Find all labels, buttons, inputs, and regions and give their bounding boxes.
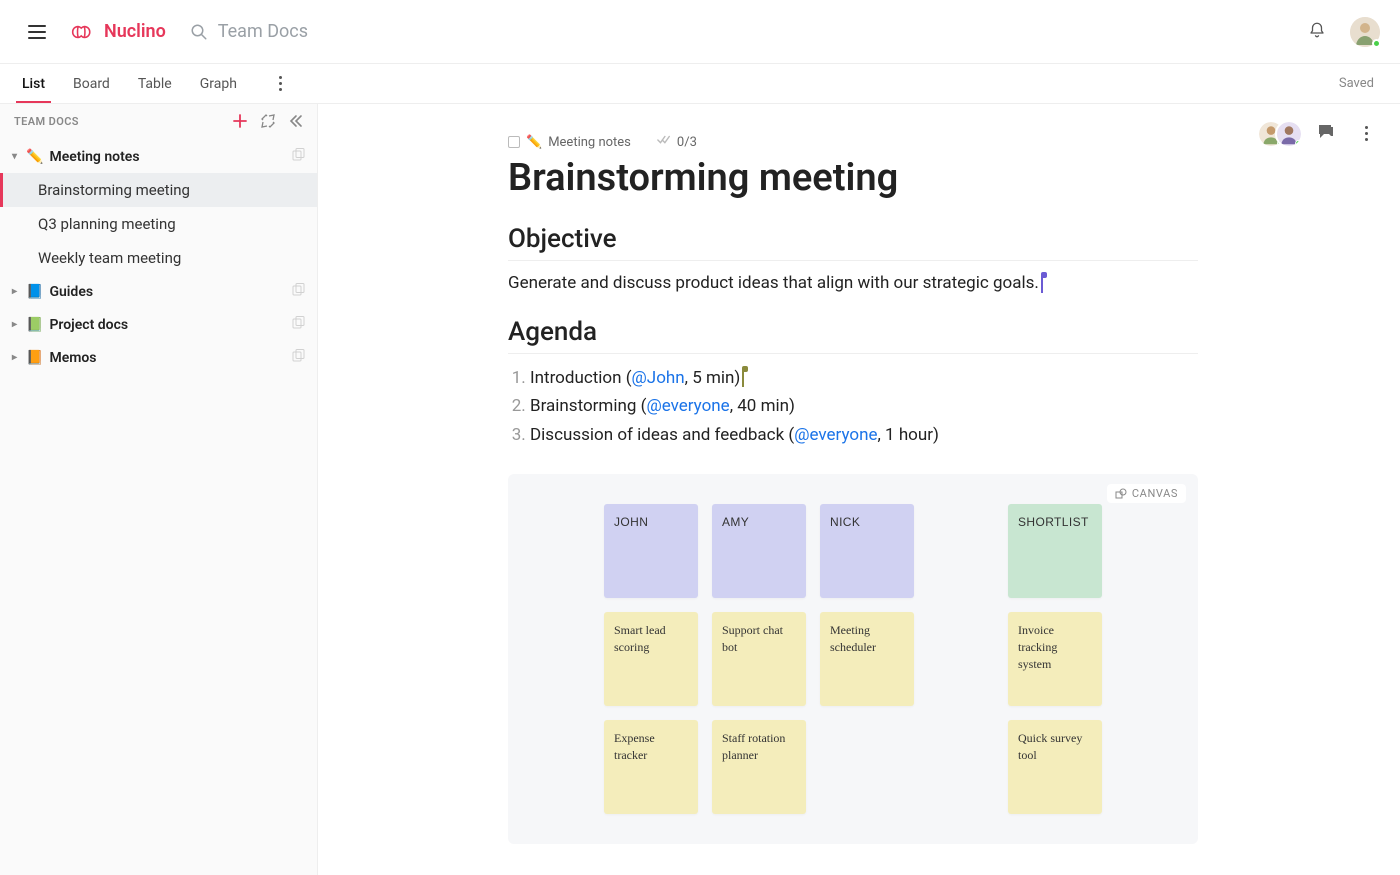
expand-button[interactable] [261,114,275,128]
chevron-down-icon: ▾ [12,151,22,162]
chevron-double-left-icon [289,114,303,128]
section-label: Guides [49,284,93,300]
heading-objective[interactable]: Objective [508,224,1198,261]
collaborator-avatar-2[interactable] [1275,120,1303,148]
agenda-item-2[interactable]: Brainstorming (@everyone, 40 min) [530,392,1198,421]
page-title[interactable]: Brainstorming meeting [508,156,1198,200]
sidebar-title: TEAM DOCS [14,115,79,128]
task-progress[interactable]: 0/3 [657,134,697,150]
chevron-right-icon: ▸ [12,319,22,330]
shapes-icon [1115,488,1127,500]
collaborator-cursor-purple [1041,275,1043,293]
current-user-avatar[interactable] [1350,17,1380,47]
sidebar-section-project-docs[interactable]: ▸ 📗 Project docs [0,308,317,341]
canvas-card[interactable]: Smart lead scoring [604,612,698,706]
chevron-right-icon: ▸ [12,352,22,363]
plus-icon [233,114,247,128]
canvas-badge: CANVAS [1107,484,1186,503]
expand-icon [261,114,275,128]
comments-button[interactable] [1317,123,1335,145]
copy-icon[interactable] [292,349,305,366]
presence-indicator [1372,39,1381,48]
search-icon [190,23,208,41]
canvas-header-shortlist[interactable]: SHORTLIST [1008,504,1102,598]
agenda-list[interactable]: Introduction (@John, 5 min) Brainstormin… [508,364,1198,451]
sidebar-item-q3-planning[interactable]: Q3 planning meeting [0,207,317,241]
bell-icon [1308,20,1326,40]
sidebar-section-guides[interactable]: ▸ 📘 Guides [0,275,317,308]
canvas-card[interactable]: Staff rotation planner [712,720,806,814]
document-more-menu[interactable] [1357,118,1376,149]
tab-list[interactable]: List [20,66,47,102]
canvas-card[interactable]: Quick survey tool [1008,720,1102,814]
mention-everyone[interactable]: @everyone [794,425,877,445]
chevron-right-icon: ▸ [12,286,22,297]
tab-board[interactable]: Board [71,66,112,102]
canvas-header-john[interactable]: JOHN [604,504,698,598]
section-label: Project docs [49,317,128,333]
canvas-embed[interactable]: CANVAS JOHN Smart lead scoring Expense t… [508,474,1198,844]
double-check-icon [657,134,671,150]
sidebar-section-meeting-notes[interactable]: ▾ ✏️ Meeting notes [0,140,317,173]
mention-everyone[interactable]: @everyone [646,396,729,416]
breadcrumb-parent[interactable]: ✏️ Meeting notes [508,135,631,150]
section-label: Memos [49,350,96,366]
sidebar-section-memos[interactable]: ▸ 📙 Memos [0,341,317,374]
agenda-item-1[interactable]: Introduction (@John, 5 min) [530,364,1198,393]
canvas-card[interactable]: Expense tracker [604,720,698,814]
chat-icon [1317,123,1335,141]
hamburger-menu[interactable] [20,17,54,47]
notifications-button[interactable] [1308,20,1326,44]
app-name: Nuclino [104,21,166,42]
heading-agenda[interactable]: Agenda [508,317,1198,354]
copy-icon[interactable] [292,148,305,165]
checkbox-icon [508,136,520,148]
sidebar-item-brainstorming[interactable]: Brainstorming meeting [0,173,317,207]
save-status: Saved [1339,76,1380,91]
mention-john[interactable]: @John [632,368,685,388]
canvas-header-nick[interactable]: NICK [820,504,914,598]
agenda-item-3[interactable]: Discussion of ideas and feedback (@every… [530,421,1198,450]
collapse-sidebar-button[interactable] [289,114,303,128]
orange-book-emoji-icon: 📙 [26,350,43,366]
tab-table[interactable]: Table [136,66,174,102]
collaborator-cursor-olive [742,369,744,387]
pencil-emoji-icon: ✏️ [26,149,43,165]
canvas-card[interactable]: Invoice tracking system [1008,612,1102,706]
view-more-menu[interactable] [271,68,290,99]
copy-icon[interactable] [292,283,305,300]
add-item-button[interactable] [233,114,247,128]
search-placeholder: Team Docs [218,21,308,42]
brain-logo-icon [68,22,96,42]
app-logo[interactable]: Nuclino [68,21,166,42]
objective-text[interactable]: Generate and discuss product ideas that … [508,271,1198,297]
section-label: Meeting notes [49,149,139,165]
copy-icon[interactable] [292,316,305,333]
search-field[interactable]: Team Docs [190,21,308,42]
sidebar: TEAM DOCS ▾ ✏️ Meeting notes Brainstormi… [0,104,318,875]
canvas-card[interactable]: Support chat bot [712,612,806,706]
sidebar-item-weekly-team[interactable]: Weekly team meeting [0,241,317,275]
canvas-card[interactable]: Meeting scheduler [820,612,914,706]
blue-book-emoji-icon: 📘 [26,284,43,300]
tab-graph[interactable]: Graph [198,66,239,102]
canvas-header-amy[interactable]: AMY [712,504,806,598]
pencil-emoji-icon: ✏️ [526,135,542,150]
green-book-emoji-icon: 📗 [26,317,43,333]
